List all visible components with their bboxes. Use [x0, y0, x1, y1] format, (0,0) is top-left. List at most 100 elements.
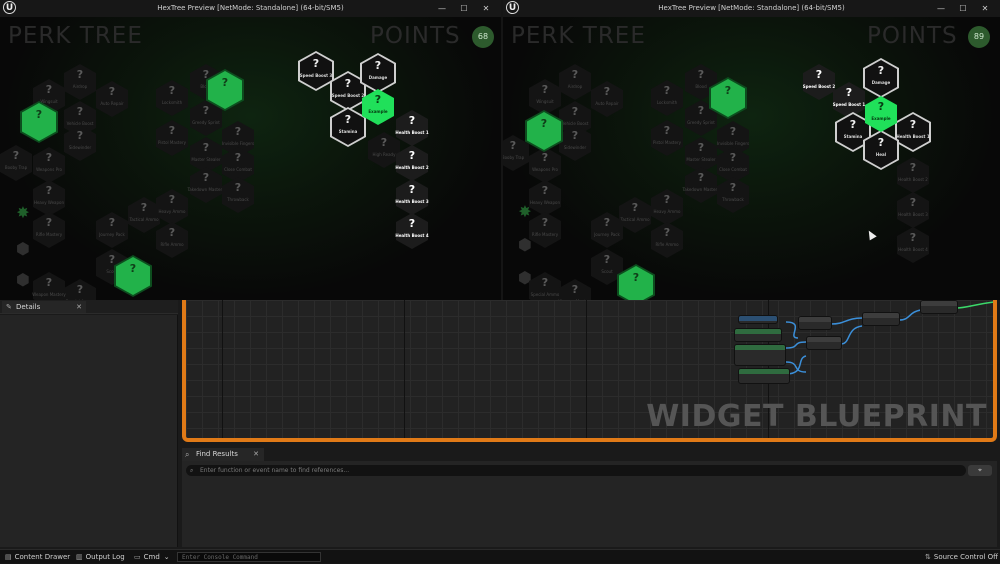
perk-hex[interactable]: ? Weapons Pro — [33, 147, 65, 183]
perk-hex[interactable]: ? Heavy Weapon — [33, 180, 65, 216]
output-log-button[interactable]: ▥ Output Log — [76, 550, 125, 564]
perk-hex[interactable]: ? Pistol Mastery — [156, 120, 188, 156]
content-drawer-button[interactable]: ▤ Content Drawer — [5, 550, 70, 564]
maximize-button[interactable]: ☐ — [952, 0, 974, 17]
perk-hex[interactable]: ? Damage — [362, 55, 394, 91]
graph-node[interactable] — [862, 312, 900, 326]
question-mark-icon: ? — [221, 76, 229, 89]
question-mark-icon: ? — [541, 83, 549, 96]
close-icon[interactable]: ✕ — [253, 448, 259, 461]
perk-hex[interactable]: ? Health Boost 4 — [395, 213, 429, 249]
perk-hex[interactable]: ? Sidewinder — [64, 125, 96, 161]
minimize-button[interactable]: — — [930, 0, 952, 17]
perk-label: Throwback — [722, 197, 744, 202]
cmd-dropdown[interactable]: ▭ Cmd ⌄ — [134, 550, 170, 564]
perk-hex[interactable]: ? Weapons Pro — [529, 147, 561, 183]
graph-node[interactable] — [734, 344, 786, 366]
perk-label: Health Boost 3 — [395, 199, 429, 204]
perk-hex[interactable]: ? Health Boost 3 — [897, 192, 929, 228]
graph-node[interactable] — [798, 316, 832, 330]
graph-node[interactable] — [734, 328, 782, 342]
perk-hex[interactable]: ? Journey Pack — [591, 212, 623, 248]
maximize-button[interactable]: ☐ — [453, 0, 475, 17]
close-icon[interactable]: ✕ — [76, 301, 82, 313]
console-command-input[interactable]: Enter Console Command — [177, 552, 321, 562]
perk-hex[interactable]: ? Speed Boost 2 — [803, 64, 835, 100]
perk-hex[interactable]: ? Speed Boost 3 — [300, 53, 332, 89]
perk-hex[interactable]: ? Tactical Ammo — [619, 197, 651, 233]
graph-node[interactable] — [806, 336, 842, 350]
perk-hex[interactable]: ? Throwback — [717, 177, 749, 213]
game-viewport[interactable]: PERK TREE POINTS 89 ✸ ⬢ ⬢ ? Airdrop? Wings… — [503, 17, 1000, 300]
question-mark-icon: ? — [45, 151, 53, 164]
perk-hex[interactable]: ? Health Boost 2 — [897, 157, 929, 193]
perk-tree-title: PERK TREE — [8, 23, 143, 49]
perk-hex[interactable]: ? Heavy Ammo — [156, 189, 188, 225]
perk-hex[interactable]: ? Sidewinder — [559, 125, 591, 161]
question-mark-icon: ? — [108, 216, 116, 229]
perk-hex[interactable]: ? Rifle Mastery — [33, 212, 65, 248]
perk-hex[interactable]: ? — [527, 112, 561, 150]
perk-hex[interactable]: ?Special Ammo — [529, 272, 561, 300]
perk-hex[interactable]: ? Damage — [865, 60, 897, 96]
perk-hex[interactable]: ? Airdrop — [64, 64, 96, 100]
perk-hex[interactable]: ? Journey Pack — [96, 212, 128, 248]
perk-hex[interactable]: ? Health Boost 4 — [897, 227, 929, 263]
question-mark-icon: ? — [168, 193, 176, 206]
perk-hex[interactable]: ? — [619, 266, 653, 300]
perk-hex[interactable]: ? — [208, 71, 242, 109]
perk-hex[interactable]: ? Booby Trap — [0, 145, 32, 181]
perk-label: Weapon Mastery — [32, 292, 66, 297]
console-placeholder: Enter Console Command — [182, 554, 258, 561]
perk-hex[interactable]: ? — [116, 257, 150, 295]
perk-hex[interactable]: ? Auto Repair — [96, 81, 128, 117]
perk-hex[interactable]: ? Heavy Weapon — [529, 180, 561, 216]
perk-hex[interactable]: ? Heavy Ammo — [651, 189, 683, 225]
blueprint-graph[interactable]: WIDGET BLUEPRINT — [182, 300, 997, 442]
graph-node[interactable] — [920, 300, 958, 314]
question-mark-icon: ? — [541, 184, 549, 197]
close-button[interactable]: ✕ — [475, 0, 497, 17]
perk-hex[interactable]: ? Speed Boost 1 — [833, 82, 865, 118]
perk-hex[interactable]: ? Pistol Mastery — [651, 120, 683, 156]
close-button[interactable]: ✕ — [974, 0, 996, 17]
perk-hex[interactable]: ? Rifle Ammo — [651, 222, 683, 258]
perk-hex[interactable]: ? Wingsuit — [529, 79, 561, 115]
perk-hex[interactable]: ?Weapon Mastery — [558, 279, 592, 300]
question-mark-icon: ? — [76, 105, 84, 118]
preview-window-left[interactable]: U HexTree Preview [NetMode: Standalone] … — [0, 0, 501, 300]
source-control-button[interactable]: ⇅ Source Control Off — [925, 550, 998, 564]
find-search-input[interactable]: ⌕ Enter function or event name to find r… — [186, 465, 966, 476]
terminal-icon: ▭ — [134, 553, 141, 561]
graph-node[interactable] — [738, 315, 778, 324]
perk-hex[interactable]: ? — [711, 79, 745, 117]
perk-hex[interactable]: ? Auto Repair — [591, 81, 623, 117]
binoculars-icon[interactable]: ⌖ — [968, 465, 992, 476]
perk-hex[interactable]: ? — [22, 103, 56, 141]
perk-hex[interactable]: ? Throwback — [222, 177, 254, 213]
graph-node[interactable] — [738, 368, 790, 384]
window-titlebar[interactable]: U HexTree Preview [NetMode: Standalone] … — [503, 0, 1000, 17]
perk-hex[interactable]: ? Airdrop — [559, 64, 591, 100]
perk-hex[interactable]: ? Health Boost 3 — [395, 179, 429, 215]
perk-hex[interactable]: ? Example — [362, 89, 394, 125]
perk-hex[interactable]: ? Rifle Ammo — [156, 222, 188, 258]
preview-window-right[interactable]: U HexTree Preview [NetMode: Standalone] … — [503, 0, 1000, 300]
details-tab[interactable]: ✎ Details ✕ — [2, 301, 86, 313]
perk-hex[interactable]: ? Health Boost 2 — [395, 145, 429, 181]
source-control-label: Source Control Off — [933, 553, 999, 561]
perk-hex[interactable]: ? Heal — [865, 132, 897, 168]
perk-hex[interactable]: ? Rifle Mastery — [529, 212, 561, 248]
perk-hex[interactable]: ? Example — [865, 96, 897, 132]
game-viewport[interactable]: PERK TREE POINTS 68 ✸ ⬢ ⬢ ? Airdrop? Wings… — [0, 17, 501, 300]
find-results-tab[interactable]: ⌕ Find Results ✕ — [182, 448, 264, 461]
window-titlebar[interactable]: U HexTree Preview [NetMode: Standalone] … — [0, 0, 501, 17]
perk-hex[interactable]: ? Health Boost 1 — [395, 110, 429, 146]
perk-hex[interactable]: ?Weapon Mastery — [32, 272, 66, 300]
question-mark-icon: ? — [76, 68, 84, 81]
perk-hex[interactable]: ? Stamina — [332, 109, 364, 145]
question-mark-icon: ? — [571, 129, 579, 142]
status-bar: ▤ Content Drawer ▥ Output Log ▭ Cmd ⌄ Enter … — [0, 549, 1000, 563]
minimize-button[interactable]: — — [431, 0, 453, 17]
question-mark-icon: ? — [909, 231, 917, 244]
